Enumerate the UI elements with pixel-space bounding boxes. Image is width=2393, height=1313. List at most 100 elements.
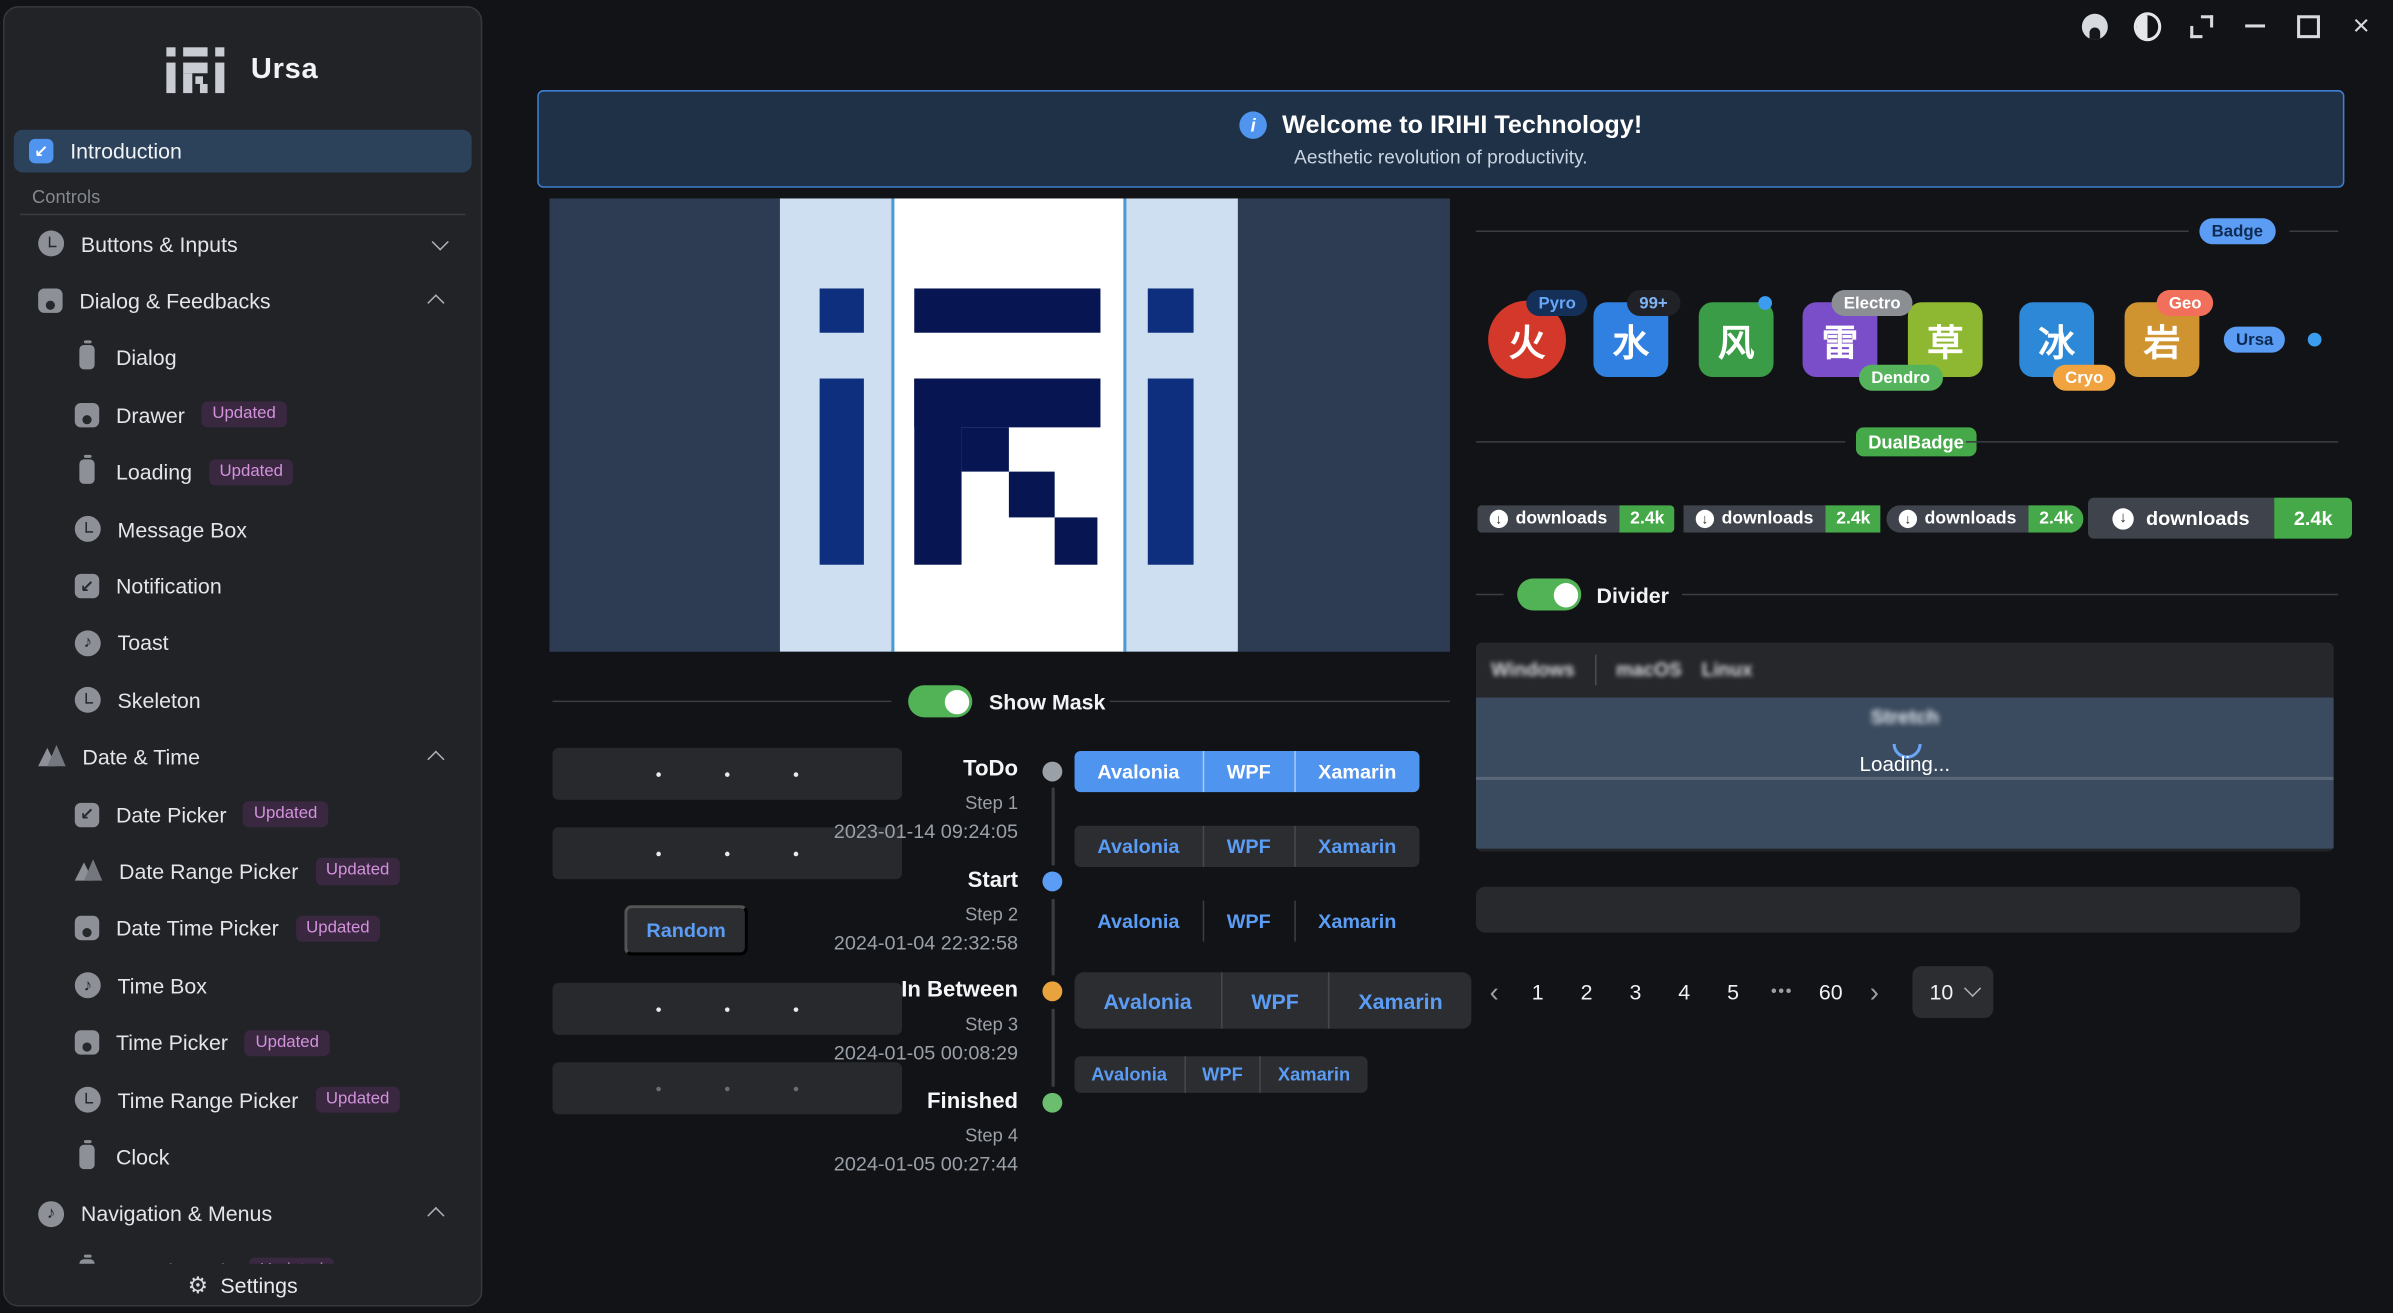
element-tile-anemo: 风 bbox=[1699, 302, 1774, 377]
ursa-logo-icon bbox=[167, 47, 234, 93]
wpf-button[interactable]: WPF bbox=[1202, 751, 1293, 792]
step-name: Start bbox=[733, 868, 1018, 892]
sidebar-item-time-range-picker[interactable]: Time Range Picker Updated bbox=[17, 1071, 469, 1128]
download-icon: ↓ bbox=[1696, 510, 1714, 528]
download-icon: ↓ bbox=[1899, 510, 1917, 528]
inner-divider bbox=[1476, 777, 2334, 780]
sidebar-item-time-picker[interactable]: Time Picker Updated bbox=[17, 1014, 469, 1071]
divider-line bbox=[1476, 230, 2189, 232]
downloads-badge: ↓downloads 2.4k bbox=[1887, 505, 2085, 532]
sidebar-item-drawer[interactable]: Drawer Updated bbox=[17, 386, 469, 443]
button-group-ghost: Avalonia WPF Xamarin bbox=[1075, 901, 1420, 942]
button-group-dark: Avalonia WPF Xamarin bbox=[1075, 826, 1420, 867]
chevron-up-icon[interactable] bbox=[427, 751, 444, 768]
github-logo bbox=[2081, 13, 2107, 39]
chevron-up-icon[interactable] bbox=[427, 1207, 444, 1224]
pagination: ‹ 1 2 3 4 5 ••• 60 › bbox=[1477, 966, 1891, 1018]
step-number: Step 2 bbox=[733, 904, 1018, 925]
divider-toggle[interactable] bbox=[1517, 578, 1581, 610]
logo-block bbox=[914, 379, 961, 565]
sidebar-item-loading[interactable]: Loading Updated bbox=[17, 443, 469, 500]
step-number: Step 3 bbox=[733, 1013, 1018, 1034]
logo-block bbox=[820, 379, 864, 565]
titlebar: × bbox=[484, 0, 2393, 55]
avalonia-button[interactable]: Avalonia bbox=[1075, 751, 1203, 792]
app-title: Ursa bbox=[251, 53, 319, 87]
page-button-4[interactable]: 4 bbox=[1662, 966, 1706, 1018]
sidebar-item-dialog[interactable]: Dialog bbox=[17, 329, 469, 386]
sidebar-item-time-box[interactable]: ♪ Time Box bbox=[17, 957, 469, 1014]
sidebar-item-buttons-inputs[interactable]: Buttons & Inputs bbox=[17, 215, 469, 272]
avalonia-button[interactable]: Avalonia bbox=[1075, 901, 1203, 942]
show-mask-label: Show Mask bbox=[989, 690, 1105, 714]
xamarin-button[interactable]: Xamarin bbox=[1294, 826, 1420, 867]
close-button[interactable]: × bbox=[2347, 12, 2374, 39]
sidebar-item-date-picker[interactable]: ↙ Date Picker Updated bbox=[17, 786, 469, 843]
github-icon[interactable] bbox=[2080, 12, 2107, 39]
page-size-select[interactable]: 10 bbox=[1912, 966, 1993, 1018]
minimize-button[interactable] bbox=[2241, 12, 2268, 39]
step-connector bbox=[1052, 899, 1055, 975]
logo-block bbox=[962, 427, 1009, 471]
trees-icon bbox=[75, 859, 102, 883]
sidebar-item-label: Introduction bbox=[70, 139, 182, 163]
avalonia-button[interactable]: Avalonia bbox=[1075, 1056, 1184, 1093]
wpf-button[interactable]: WPF bbox=[1202, 901, 1293, 942]
chevron-down-icon[interactable] bbox=[432, 233, 449, 250]
wpf-button[interactable]: WPF bbox=[1202, 826, 1293, 867]
sidebar-nav: Buttons & Inputs Dialog & Feedbacks Dial… bbox=[5, 215, 481, 1299]
diagonal-arrows-icon bbox=[2189, 14, 2212, 37]
stretch-label: Stretch bbox=[1476, 705, 2334, 728]
step-dot-start bbox=[1042, 872, 1062, 892]
arrow-square-icon: ↙ bbox=[75, 802, 99, 826]
sidebar-item-clock[interactable]: Clock bbox=[17, 1128, 469, 1185]
wpf-button[interactable]: WPF bbox=[1184, 1056, 1260, 1093]
show-mask-toggle[interactable] bbox=[908, 685, 972, 717]
page-button-5[interactable]: 5 bbox=[1711, 966, 1755, 1018]
sidebar-item-introduction[interactable]: ↙ Introduction bbox=[14, 130, 472, 173]
sidebar-item-date-time-picker[interactable]: Date Time Picker Updated bbox=[17, 900, 469, 957]
avalonia-button[interactable]: Avalonia bbox=[1075, 972, 1221, 1028]
theme-toggle-icon[interactable] bbox=[2134, 12, 2161, 39]
sidebar-item-navigation-menus[interactable]: ♪ Navigation & Menus bbox=[17, 1185, 469, 1242]
next-page-button[interactable]: › bbox=[1858, 966, 1892, 1018]
empty-input-bar bbox=[1476, 887, 2300, 933]
sidebar-item-skeleton[interactable]: Skeleton bbox=[17, 672, 469, 729]
avalonia-button[interactable]: Avalonia bbox=[1075, 826, 1203, 867]
half-moon-icon bbox=[2134, 11, 2161, 40]
floppy-icon bbox=[75, 403, 99, 427]
xamarin-button[interactable]: Xamarin bbox=[1260, 1056, 1367, 1093]
page-button-2[interactable]: 2 bbox=[1564, 966, 1608, 1018]
xamarin-button[interactable]: Xamarin bbox=[1328, 972, 1472, 1028]
sidebar-item-dialog-feedbacks[interactable]: Dialog & Feedbacks bbox=[17, 272, 469, 329]
maximize-button[interactable] bbox=[2294, 12, 2321, 39]
settings-button[interactable]: ⚙ Settings bbox=[5, 1264, 481, 1305]
divider-line bbox=[1110, 701, 1450, 703]
sidebar-item-date-range-picker[interactable]: Date Range Picker Updated bbox=[17, 843, 469, 900]
xamarin-button[interactable]: Xamarin bbox=[1294, 901, 1420, 942]
info-icon: i bbox=[1239, 111, 1266, 138]
gear-icon: ⚙ bbox=[188, 1271, 209, 1298]
loading-mask-body: Stretch Loading... bbox=[1476, 698, 2334, 849]
tab-windows[interactable]: Windows bbox=[1491, 659, 1575, 680]
pagination-ellipsis[interactable]: ••• bbox=[1760, 966, 1804, 1018]
logo-block bbox=[820, 288, 864, 332]
wpf-button[interactable]: WPF bbox=[1221, 972, 1328, 1028]
sidebar-item-message-box[interactable]: Message Box bbox=[17, 501, 469, 558]
sidebar-item-toast[interactable]: ♪ Toast bbox=[17, 615, 469, 672]
prev-page-button[interactable]: ‹ bbox=[1477, 966, 1511, 1018]
tab-linux[interactable]: Linux bbox=[1702, 659, 1753, 680]
page-button-1[interactable]: 1 bbox=[1516, 966, 1560, 1018]
sidebar-item-notification[interactable]: ↙ Notification bbox=[17, 558, 469, 615]
expand-icon[interactable] bbox=[2187, 12, 2214, 39]
step-dot-todo bbox=[1042, 762, 1062, 782]
chevron-up-icon[interactable] bbox=[427, 294, 444, 311]
tab-macos[interactable]: macOS bbox=[1616, 659, 1682, 680]
floppy-icon bbox=[75, 1030, 99, 1054]
page-button-60[interactable]: 60 bbox=[1809, 966, 1853, 1018]
xamarin-button[interactable]: Xamarin bbox=[1294, 751, 1420, 792]
sidebar-item-date-time[interactable]: Date & Time bbox=[17, 729, 469, 786]
step-name: Finished bbox=[733, 1090, 1018, 1114]
random-button[interactable]: Random bbox=[624, 905, 748, 955]
page-button-3[interactable]: 3 bbox=[1613, 966, 1657, 1018]
